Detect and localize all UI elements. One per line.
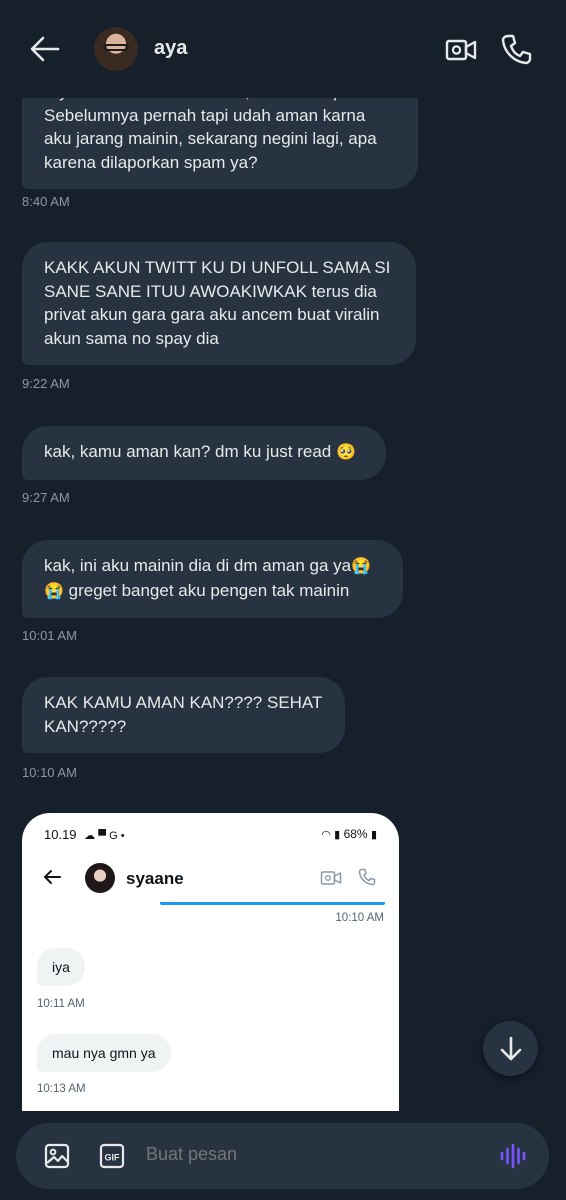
phone-call-icon <box>501 34 532 65</box>
message-bubble[interactable]: kak, ini aku mainin dia di dm aman ga ya… <box>22 540 403 618</box>
screenshot-timestamp: 10:11 AM <box>37 998 85 1010</box>
video-call-icon <box>320 871 342 885</box>
voice-call-button[interactable] <box>500 33 532 65</box>
message-text: greget banget aku pengen tak mainin <box>63 580 350 600</box>
battery-level: 68% <box>343 827 368 841</box>
svg-text:GIF: GIF <box>105 1153 121 1163</box>
message-bubble[interactable]: KAK KAMU AMAN KAN???? SEHAT KAN????? <box>22 677 345 753</box>
message-bubble[interactable]: kak, kamu aman kan? dm ku just read 🥺 <box>22 426 386 480</box>
video-call-button[interactable] <box>444 35 478 65</box>
conversation-header: aya <box>0 0 566 98</box>
crying-face-emoji: 😭 <box>44 582 64 600</box>
message-bubble[interactable]: KAKK AKUN TWITT KU DI UNFOLL SAMA SI SAN… <box>22 242 416 365</box>
pleading-face-emoji: 🥺 <box>335 444 356 461</box>
screenshot-timestamp: 10:10 AM <box>335 912 384 924</box>
video-call-icon <box>445 39 477 61</box>
screenshot-contact-avatar <box>85 863 115 893</box>
back-arrow-icon <box>30 36 60 62</box>
voice-message-button[interactable] <box>499 1143 527 1169</box>
scroll-to-bottom-button[interactable] <box>483 1021 538 1076</box>
gif-icon: GIF <box>99 1143 125 1169</box>
back-button[interactable] <box>28 34 62 64</box>
message-composer: GIF <box>16 1123 549 1189</box>
screenshot-status-bar: 10.19 ☁ ▀ G • <box>44 827 125 842</box>
back-arrow-icon <box>44 870 61 884</box>
message-timestamp: 9:27 AM <box>22 490 70 505</box>
wifi-icon: ◠ <box>321 829 331 841</box>
screenshot-system-icons: ◠ ▮ 68% ▮ <box>321 827 377 841</box>
screenshot-timestamp: 10:13 AM <box>37 1083 86 1095</box>
contact-avatar[interactable] <box>94 27 138 71</box>
message-text: kak, ini aku mainin dia di dm aman ga ya <box>44 556 352 575</box>
crying-face-emoji: 😭 <box>351 558 372 575</box>
message-timestamp: 10:01 AM <box>22 628 77 643</box>
signal-icon: ▮ <box>334 829 341 841</box>
attached-screenshot[interactable]: 10.19 ☁ ▀ G • ◠ ▮ 68% ▮ syaane 10:10 AM … <box>22 813 399 1111</box>
arrow-down-icon <box>500 1036 522 1061</box>
message-timestamp: 10:10 AM <box>22 765 77 780</box>
contact-name[interactable]: aya <box>154 37 187 60</box>
image-icon <box>44 1143 70 1169</box>
screenshot-message-bubble: iya <box>37 948 85 986</box>
message-timestamp: 9:22 AM <box>22 376 70 391</box>
message-text: kak, kamu aman kan? dm ku just read <box>44 442 332 461</box>
sent-message-edge <box>160 902 385 905</box>
screenshot-message-bubble: mau nya gmn ya <box>37 1034 171 1072</box>
add-image-button[interactable] <box>44 1143 70 1169</box>
voice-message-icon <box>500 1143 526 1169</box>
message-timestamp: 8:40 AM <box>22 194 70 209</box>
message-input[interactable] <box>146 1144 446 1165</box>
battery-icon: ▮ <box>370 829 377 841</box>
screenshot-contact-name: syaane <box>126 869 184 888</box>
add-gif-button[interactable]: GIF <box>99 1143 125 1169</box>
phone-call-icon <box>358 868 376 886</box>
